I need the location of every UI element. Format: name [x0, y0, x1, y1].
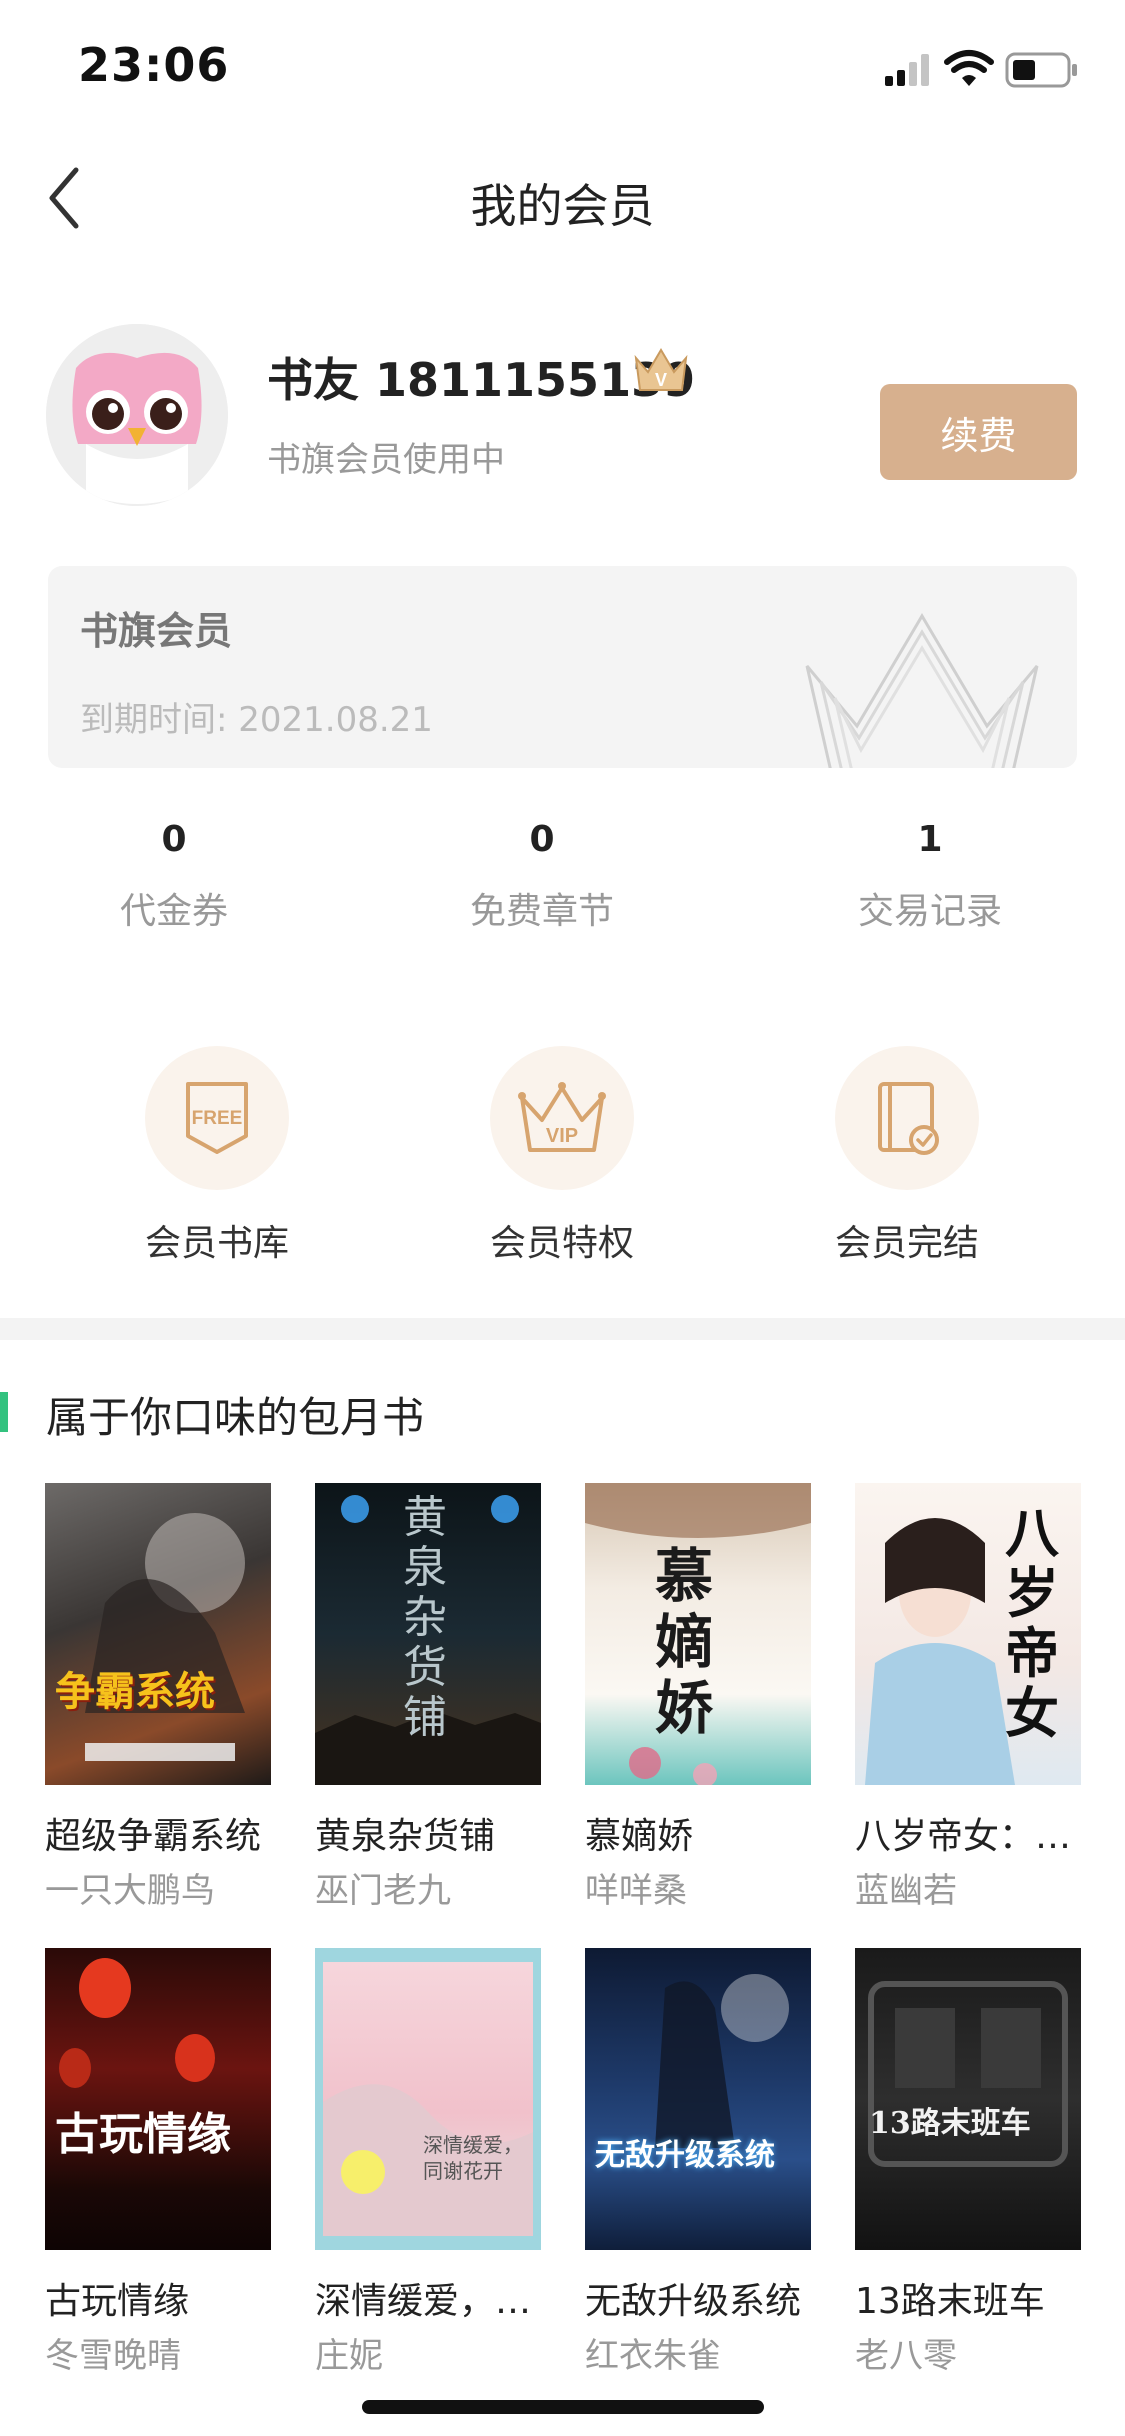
book-cover[interactable]: 八岁帝女	[855, 1483, 1081, 1785]
cover-art	[323, 2084, 533, 2236]
nav-bar: 我的会员	[0, 132, 1125, 262]
book-card[interactable]: 黄泉杂货铺 黄泉杂货铺 巫门老九	[315, 1483, 541, 1912]
stat-free-chapters[interactable]: 0 免费章节	[392, 812, 692, 934]
cover-art	[85, 1513, 245, 1761]
stats-row: 0 代金券 0 免费章节 1 交易记录	[0, 812, 1125, 942]
stat-vouchers[interactable]: 0 代金券	[24, 812, 324, 934]
book-check-icon	[878, 1082, 939, 1155]
crown-icon: V	[632, 346, 690, 396]
feature-member-library[interactable]: FREE 会员书库	[87, 1046, 347, 1266]
section-title: 属于你口味的包月书	[46, 1393, 425, 1442]
book-author: 巫门老九	[315, 1871, 451, 1911]
book-author: 老八零	[855, 2336, 957, 2376]
svg-text:FREE: FREE	[192, 1108, 243, 1129]
home-indicator	[362, 2400, 764, 2414]
stat-label: 代金券	[119, 891, 228, 932]
stat-label: 免费章节	[469, 891, 614, 932]
features-row: FREE 会员书库 VIP 会员特权 会员完结	[0, 1046, 1125, 1276]
free-tag-icon: FREE	[186, 1082, 248, 1154]
book-cover[interactable]: 13路末班车	[855, 1948, 1081, 2250]
avatar[interactable]	[46, 324, 228, 506]
stat-transactions[interactable]: 1 交易记录	[780, 812, 1080, 934]
book-cover[interactable]: 黄泉杂货铺	[315, 1483, 541, 1785]
stat-value: 0	[161, 819, 187, 860]
signal-icon	[885, 54, 929, 86]
feature-member-privileges[interactable]: VIP 会员特权	[432, 1046, 692, 1266]
book-cover[interactable]: 无敌升级系统	[585, 1948, 811, 2250]
book-title: 无敌升级系统	[585, 2281, 802, 2322]
vip-crown-icon: VIP	[518, 1082, 606, 1152]
cover-title: 古玩情缘	[55, 2109, 231, 2160]
book-card[interactable]: 13路末班车 13路末班车 老八零	[855, 1948, 1081, 2377]
book-card[interactable]: 深情缓爱，同谢花开 深情缓爱，… 庄妮	[315, 1948, 541, 2377]
book-card[interactable]: 八岁帝女 八岁帝女：… 蓝幽若	[855, 1483, 1081, 1912]
book-title: 慕嫡娇	[585, 1816, 694, 1857]
book-cover[interactable]: 争霸系统	[45, 1483, 271, 1785]
book-title: 黄泉杂货铺	[315, 1816, 496, 1857]
feature-label: 会员完结	[834, 1223, 979, 1264]
section-divider	[0, 1318, 1125, 1340]
book-card[interactable]: 古玩情缘 古玩情缘 冬雪晚晴	[45, 1948, 271, 2377]
section-accent-bar	[0, 1392, 8, 1432]
cover-title: 慕嫡娇	[655, 1542, 714, 1742]
user-name: 书友 1811155139	[267, 353, 696, 407]
crown-watermark-icon	[787, 606, 1057, 768]
feature-icon-bg	[835, 1046, 979, 1190]
cover-title: 八岁帝女	[1005, 1501, 1059, 1745]
stat-value: 0	[529, 819, 555, 860]
feature-member-completed[interactable]: 会员完结	[777, 1046, 1037, 1266]
stat-label: 交易记录	[857, 891, 1002, 932]
wifi-icon	[944, 50, 994, 86]
cover-art	[655, 1974, 789, 2148]
cover-title: 争霸系统	[55, 1668, 215, 1715]
book-cover[interactable]: 慕嫡娇	[585, 1483, 811, 1785]
book-title: 八岁帝女：…	[855, 1816, 1072, 1857]
feature-label: 会员书库	[144, 1223, 289, 1264]
book-title: 深情缓爱，…	[315, 2281, 532, 2322]
cover-title: 黄泉杂货铺	[403, 1492, 447, 1743]
cover-title: 13路末班车	[869, 2106, 1031, 2141]
owl-avatar-icon	[46, 324, 228, 506]
book-card[interactable]: 争霸系统 超级争霸系统 一只大鹏鸟	[45, 1483, 271, 1912]
book-author: 庄妮	[315, 2336, 383, 2376]
feature-icon-bg: VIP	[490, 1046, 634, 1190]
book-author: 冬雪晚晴	[45, 2336, 181, 2376]
membership-status: 书旗会员使用中	[267, 440, 505, 480]
card-title: 书旗会员	[80, 609, 233, 653]
page-title: 我的会员	[470, 179, 655, 233]
section-header: 属于你口味的包月书	[0, 1384, 1125, 1444]
book-card[interactable]: 无敌升级系统 无敌升级系统 红衣朱雀	[585, 1948, 811, 2377]
book-author: 一只大鹏鸟	[45, 1871, 215, 1911]
member-card: 书旗会员 到期时间: 2021.08.21	[48, 566, 1077, 768]
renew-button[interactable]: 续费	[880, 384, 1077, 480]
expiry-date: 到期时间: 2021.08.21	[80, 700, 433, 740]
svg-text:VIP: VIP	[546, 1125, 578, 1147]
book-title: 古玩情缘	[45, 2281, 190, 2322]
book-author: 蓝幽若	[855, 1871, 957, 1911]
book-author: 咩咩桑	[585, 1871, 687, 1911]
book-cover[interactable]: 古玩情缘	[45, 1948, 271, 2250]
book-author: 红衣朱雀	[585, 2336, 721, 2376]
status-time: 23:06	[78, 38, 230, 92]
book-title: 超级争霸系统	[45, 1816, 262, 1857]
book-card[interactable]: 慕嫡娇 慕嫡娇 咩咩桑	[585, 1483, 811, 1912]
book-cover[interactable]: 深情缓爱，同谢花开	[315, 1948, 541, 2250]
status-icons	[845, 48, 1085, 90]
profile-section: 书友 1811155139 V 书旗会员使用中 续费	[0, 300, 1125, 520]
status-bar: 23:06	[0, 0, 1125, 132]
battery-icon	[1005, 52, 1077, 88]
cover-title: 无敌升级系统	[595, 2138, 775, 2173]
svg-text:V: V	[655, 370, 667, 390]
feature-label: 会员特权	[489, 1223, 634, 1264]
stat-value: 1	[917, 819, 943, 860]
cover-inner: 深情缓爱，同谢花开	[323, 1962, 533, 2236]
feature-icon-bg: FREE	[145, 1046, 289, 1190]
book-title: 13路末班车	[855, 2281, 1045, 2322]
cover-title: 深情缓爱，同谢花开	[423, 2133, 523, 2183]
